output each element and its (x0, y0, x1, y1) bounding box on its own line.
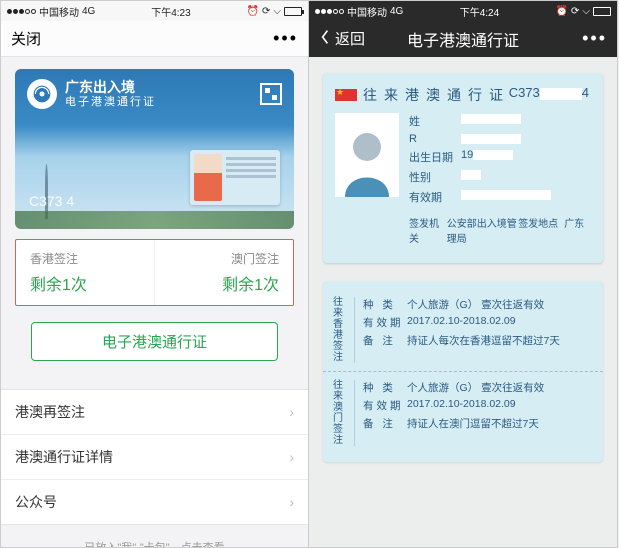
mini-id-preview (190, 150, 280, 205)
nav-bar: 返回 电子港澳通行证 ••• (309, 21, 617, 57)
permit-card[interactable]: 广东出入境 电子港澳通行证 C373 4 (15, 69, 294, 229)
epermit-button-label: 电子港澳通行证 (102, 334, 207, 351)
epermit-button[interactable]: 电子港澳通行证 (31, 322, 278, 361)
menu-button[interactable]: ••• (273, 28, 298, 49)
id-card-number: C3734 (509, 85, 589, 100)
hk-endorsement[interactable]: 香港签注 剩余1次 (16, 240, 154, 305)
status-bar: 中国移动 4G 下午4:24 ⏰ ⟳ ⌵ (309, 1, 617, 21)
id-fields: 姓 R 出生日期19 性别 有效期 签发机关公安部出入境管理局 签发地点广东 (409, 113, 591, 245)
bluetooth-icon: ⌵ (273, 6, 281, 17)
id-card: 往来港澳通行证 C3734 姓 R 出生日期19 性别 有效期 签发机关公安部出… (323, 73, 603, 263)
agency-logo-icon (27, 79, 57, 109)
list-label-detail: 港澳通行证详情 (15, 447, 113, 467)
portrait-lock-icon: ⟳ (571, 6, 579, 17)
mo-endorsement[interactable]: 澳门签注 剩余1次 (154, 240, 293, 305)
chevron-right-icon: › (289, 404, 294, 420)
close-label: 关闭 (11, 28, 41, 49)
card-title-1: 广东出入境 (65, 79, 156, 96)
endorsement-summary: 香港签注 剩余1次 澳门签注 剩余1次 (15, 239, 294, 306)
status-time: 下午4:24 (460, 4, 499, 19)
bluetooth-icon: ⌵ (582, 6, 590, 17)
endorsement-slips: 往来香港签注 种 类个人旅游（G） 壹次往返有效 有效期2017.02.10-2… (323, 281, 603, 462)
right-body: 往来港澳通行证 C3734 姓 R 出生日期19 性别 有效期 签发机关公安部出… (309, 57, 617, 547)
flag-icon (335, 89, 357, 101)
hk-endorsement-value: 剩余1次 (30, 271, 140, 295)
battery-icon (284, 7, 302, 16)
signal-dots-icon (315, 9, 344, 14)
footer-hint[interactable]: 已放入"我"-"卡包"，点击查看 (1, 525, 308, 547)
id-photo (335, 113, 399, 197)
nav-bar: 关闭 ••• (1, 21, 308, 57)
card-title-2: 电子港澳通行证 (65, 96, 156, 109)
mo-endorsement-slip: 往来澳门签注 种 类个人旅游（G） 壹次往返有效 有效期2017.02.10-2… (323, 371, 603, 454)
list-item-reendorse[interactable]: 港澳再签注 › (1, 390, 308, 435)
chevron-right-icon: › (289, 494, 294, 510)
network-label: 4G (390, 6, 403, 17)
menu-list: 港澳再签注 › 港澳通行证详情 › 公众号 › (1, 389, 308, 525)
alarm-icon: ⏰ (247, 6, 259, 17)
phone-right: 中国移动 4G 下午4:24 ⏰ ⟳ ⌵ 返回 电子港澳通行证 ••• 往来港澳… (309, 0, 618, 548)
left-body: 广东出入境 电子港澳通行证 C373 4 香港签注 剩余1次 (1, 57, 308, 547)
back-button[interactable]: 返回 (319, 28, 365, 49)
hk-endorsement-slip: 往来香港签注 种 类个人旅游（G） 壹次往返有效 有效期2017.02.10-2… (323, 289, 603, 371)
list-item-detail[interactable]: 港澳通行证详情 › (1, 435, 308, 480)
chevron-left-icon (319, 29, 331, 49)
footer-hint-text: 已放入"我"-"卡包"，点击查看 (84, 542, 224, 547)
network-label: 4G (82, 6, 95, 17)
battery-icon (593, 7, 611, 16)
carrier-label: 中国移动 (347, 4, 387, 19)
list-label-account: 公众号 (15, 492, 57, 512)
status-time: 下午4:23 (151, 4, 190, 19)
slip-side-label-mo: 往来澳门签注 (333, 380, 355, 446)
close-button[interactable]: 关闭 (11, 28, 41, 49)
alarm-icon: ⏰ (556, 6, 568, 17)
slip-side-label-hk: 往来香港签注 (333, 297, 355, 363)
menu-button[interactable]: ••• (582, 28, 607, 49)
hk-endorsement-label: 香港签注 (30, 250, 140, 267)
list-item-account[interactable]: 公众号 › (1, 480, 308, 524)
list-label-reendorse: 港澳再签注 (15, 402, 85, 422)
mo-endorsement-value: 剩余1次 (169, 271, 279, 295)
id-card-title: 往来港澳通行证 (363, 85, 510, 105)
card-number: C373 4 (29, 193, 74, 209)
portrait-lock-icon: ⟳ (262, 6, 270, 17)
back-label: 返回 (335, 28, 365, 49)
qr-icon[interactable] (260, 83, 282, 105)
chevron-right-icon: › (289, 449, 294, 465)
carrier-label: 中国移动 (39, 4, 79, 19)
mo-endorsement-label: 澳门签注 (169, 250, 279, 267)
phone-left: 中国移动 4G 下午4:23 ⏰ ⟳ ⌵ 关闭 ••• (0, 0, 309, 548)
ellipsis-icon: ••• (582, 28, 607, 48)
ellipsis-icon: ••• (273, 28, 298, 48)
signal-dots-icon (7, 9, 36, 14)
status-bar: 中国移动 4G 下午4:23 ⏰ ⟳ ⌵ (1, 1, 308, 21)
